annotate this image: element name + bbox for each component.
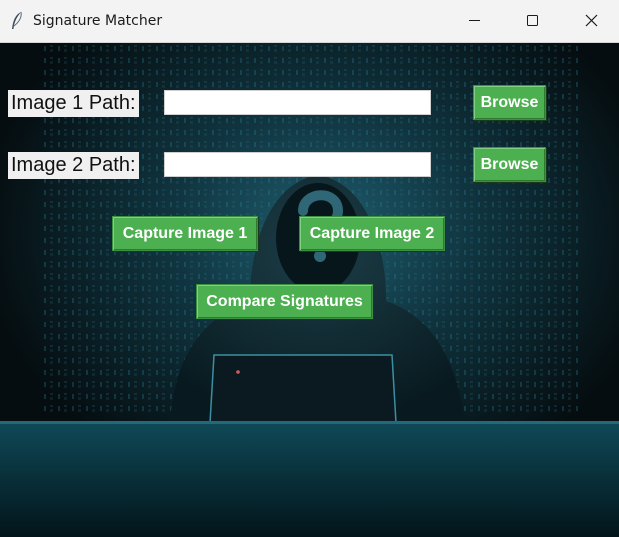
minimize-button[interactable] bbox=[446, 0, 504, 42]
browse-image2-button[interactable]: Browse bbox=[473, 147, 546, 182]
image2-path-input[interactable] bbox=[164, 152, 431, 177]
capture-image2-button[interactable]: Capture Image 2 bbox=[299, 216, 445, 251]
compare-signatures-button[interactable]: Compare Signatures bbox=[196, 284, 373, 319]
image2-path-label: Image 2 Path: bbox=[8, 152, 139, 179]
title-bar: Signature Matcher bbox=[0, 0, 619, 43]
app-window: Signature Matcher Image 1 Path: Browse I… bbox=[0, 0, 619, 537]
window-title: Signature Matcher bbox=[33, 13, 163, 29]
feather-icon bbox=[9, 11, 25, 31]
maximize-button[interactable] bbox=[504, 0, 562, 42]
browse-image1-button[interactable]: Browse bbox=[473, 85, 546, 120]
image1-path-input[interactable] bbox=[164, 90, 431, 115]
capture-image1-button[interactable]: Capture Image 1 bbox=[112, 216, 258, 251]
close-button[interactable] bbox=[562, 0, 619, 42]
minimize-icon bbox=[469, 20, 480, 21]
image1-path-label: Image 1 Path: bbox=[8, 90, 139, 117]
main-content: Image 1 Path: Browse Image 2 Path: Brows… bbox=[0, 43, 619, 537]
close-icon bbox=[585, 14, 598, 27]
maximize-icon bbox=[527, 15, 538, 26]
